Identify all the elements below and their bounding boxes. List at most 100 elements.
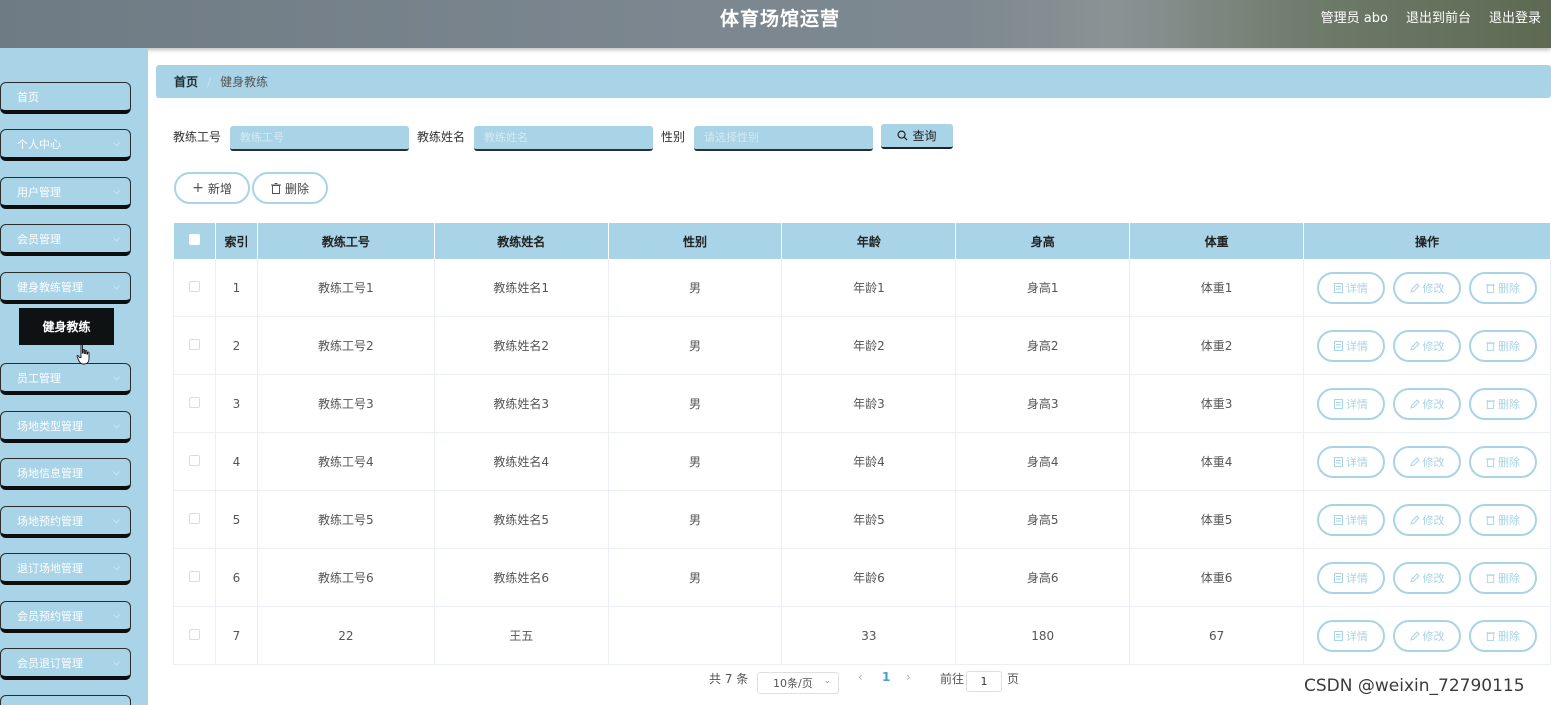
table-header-row: 索引 教练工号 教练姓名 性别 年龄 身高 体重 操作 <box>173 223 1551 259</box>
page-size-select[interactable]: 10条/页 ⌄ <box>757 672 839 694</box>
sidebar-menu-item[interactable]: 首页 <box>0 82 131 114</box>
sidebar-menu-item[interactable]: 员工管理 ⌵ <box>0 363 131 395</box>
query-button[interactable]: 查询 <box>881 124 953 149</box>
sidebar-menu-item[interactable]: 用户管理 ⌵ <box>0 177 131 209</box>
table-cell: 67 <box>1129 606 1304 665</box>
gender-input[interactable] <box>694 126 873 151</box>
goto-page-input[interactable] <box>966 671 1002 692</box>
sidebar-menu-item[interactable]: 会员管理 ⌵ <box>0 224 131 256</box>
next-page-icon[interactable]: › <box>906 670 911 684</box>
sidebar-menu-item[interactable]: 场地类型管理 ⌵ <box>0 411 131 443</box>
chevron-down-icon: ⌵ <box>113 516 120 526</box>
operations-group: 详情 修改 删除 <box>1304 259 1550 316</box>
delete-button[interactable]: 删除 <box>1469 329 1537 362</box>
edit-button[interactable]: 修改 <box>1393 503 1461 536</box>
detail-button[interactable]: 详情 <box>1317 561 1385 594</box>
row-checkbox[interactable] <box>188 628 200 640</box>
admin-user-label: 管理员 abo <box>1320 11 1388 26</box>
detail-button[interactable]: 详情 <box>1317 329 1385 362</box>
header-user-area: 管理员 abo 退出到前台 退出登录 <box>1321 7 1541 26</box>
document-icon <box>1334 630 1343 641</box>
detail-button[interactable]: 详情 <box>1317 503 1385 536</box>
sidebar-menu-item[interactable]: 场地信息管理 ⌵ <box>0 458 131 490</box>
delete-button[interactable]: 删除 <box>1469 271 1537 304</box>
row-checkbox[interactable] <box>188 338 200 350</box>
table-cell: 4 <box>215 432 258 491</box>
table-cell: 身高4 <box>955 432 1131 491</box>
operations-cell: 详情 修改 删除 <box>1303 374 1551 433</box>
sidebar-menu-item-label: 会员退订管理 <box>17 656 83 670</box>
delete-button[interactable]: 删除 <box>1469 503 1537 536</box>
query-button-label: 查询 <box>912 129 937 143</box>
delete-button[interactable]: 删除 <box>1469 561 1537 594</box>
sidebar-menu-item-label: 用户管理 <box>17 185 61 199</box>
delete-button[interactable]: 删除 <box>1469 619 1537 652</box>
sidebar-menu-item[interactable] <box>0 695 131 705</box>
select-all-cell <box>173 223 216 259</box>
edit-button-label: 修改 <box>1422 571 1445 585</box>
table-cell: 3 <box>215 374 258 433</box>
prev-page-icon[interactable]: ‹ <box>858 670 863 684</box>
select-all-checkbox[interactable] <box>188 234 200 245</box>
sidebar-menu-item-label: 员工管理 <box>17 371 61 385</box>
edit-button[interactable]: 修改 <box>1393 329 1461 362</box>
edit-button[interactable]: 修改 <box>1393 387 1461 420</box>
current-page[interactable]: 1 <box>882 670 890 684</box>
row-select-cell <box>173 548 216 607</box>
add-button-label: 新增 <box>207 181 232 196</box>
breadcrumb-home[interactable]: 首页 <box>174 73 198 90</box>
row-select-cell <box>173 432 216 491</box>
detail-button[interactable]: 详情 <box>1317 387 1385 420</box>
coach-id-label: 教练工号 <box>173 130 222 144</box>
detail-button[interactable]: 详情 <box>1317 619 1385 652</box>
sidebar-menu-item[interactable]: 退订场地管理 ⌵ <box>0 553 131 585</box>
coach-name-input[interactable] <box>474 126 653 151</box>
logout-link[interactable]: 退出登录 <box>1489 7 1541 26</box>
coach-id-input[interactable] <box>230 126 409 151</box>
operations-group: 详情 修改 删除 <box>1304 491 1550 548</box>
chevron-down-icon: ⌵ <box>113 282 120 292</box>
row-checkbox[interactable] <box>188 396 200 408</box>
edit-button[interactable]: 修改 <box>1393 271 1461 304</box>
search-icon <box>897 130 908 141</box>
hand-cursor-icon <box>76 344 90 365</box>
sidebar-menu-item[interactable]: 健身教练管理 ⌵ <box>0 272 131 304</box>
batch-delete-button[interactable]: 删除 <box>252 172 328 204</box>
detail-button-label: 详情 <box>1346 455 1368 469</box>
row-select-cell <box>173 490 216 549</box>
total-count: 共 7 条 <box>709 672 749 686</box>
back-to-front-link[interactable]: 退出到前台 <box>1406 7 1471 26</box>
edit-icon <box>1409 514 1420 525</box>
detail-button[interactable]: 详情 <box>1317 445 1385 478</box>
table-cell: 男 <box>608 374 783 433</box>
row-checkbox[interactable] <box>188 280 200 292</box>
row-checkbox[interactable] <box>188 570 200 582</box>
chevron-down-icon: ⌵ <box>113 373 120 383</box>
delete-button[interactable]: 删除 <box>1469 387 1537 420</box>
trash-icon <box>1486 515 1495 525</box>
edit-button[interactable]: 修改 <box>1393 445 1461 478</box>
sidebar-menu-item[interactable]: 场地预约管理 ⌵ <box>0 506 131 538</box>
sidebar-menu-item[interactable]: 会员预约管理 ⌵ <box>0 601 131 633</box>
table-cell: 身高3 <box>955 374 1131 433</box>
sidebar-menu-item[interactable]: 会员退订管理 ⌵ <box>0 648 131 680</box>
detail-button-label: 详情 <box>1346 281 1368 295</box>
row-checkbox[interactable] <box>188 512 200 524</box>
sidebar-menu-item[interactable]: 个人中心 ⌵ <box>0 129 131 161</box>
chevron-down-icon: ⌵ <box>113 468 120 478</box>
table-row: 3 教练工号3 教练姓名3 男年龄3 身高3 体重3 详情 修改 删除 <box>173 374 1551 433</box>
edit-button[interactable]: 修改 <box>1393 619 1461 652</box>
operations-group: 详情 修改 删除 <box>1304 317 1550 374</box>
document-icon <box>1334 282 1343 293</box>
table-cell: 教练工号3 <box>257 374 435 433</box>
row-checkbox[interactable] <box>188 454 200 466</box>
edit-button[interactable]: 修改 <box>1393 561 1461 594</box>
detail-button[interactable]: 详情 <box>1317 271 1385 304</box>
delete-button[interactable]: 删除 <box>1469 445 1537 478</box>
table-cell: 1 <box>215 259 258 317</box>
chevron-down-icon: ⌵ <box>113 611 120 621</box>
submenu-item-fitness-coach[interactable]: 健身教练 <box>19 308 114 345</box>
add-button[interactable]: + 新增 <box>174 172 250 204</box>
sidebar-menu-item-label: 场地预约管理 <box>17 514 83 528</box>
table-cell: 5 <box>215 490 258 549</box>
